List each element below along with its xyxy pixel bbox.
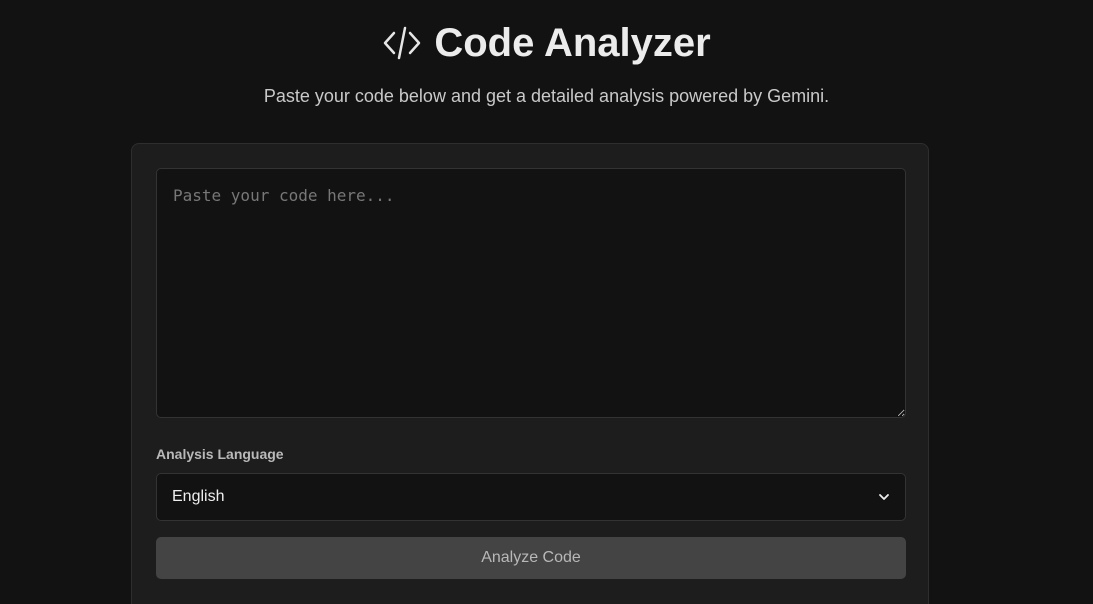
code-icon xyxy=(384,26,421,60)
page-title: Code Analyzer xyxy=(434,21,711,65)
analyzer-card: Analysis Language English Analyze Code xyxy=(131,143,929,604)
page: Code Analyzer Paste your code below and … xyxy=(0,0,1093,604)
analyze-code-button[interactable]: Analyze Code xyxy=(156,537,906,579)
header: Code Analyzer xyxy=(0,18,1093,68)
code-input[interactable] xyxy=(156,168,906,418)
language-label: Analysis Language xyxy=(156,446,284,462)
page-subtitle: Paste your code below and get a detailed… xyxy=(263,86,830,106)
language-selected-value: English xyxy=(172,488,225,505)
chevron-down-icon xyxy=(879,494,889,500)
language-select[interactable]: English xyxy=(156,473,906,521)
